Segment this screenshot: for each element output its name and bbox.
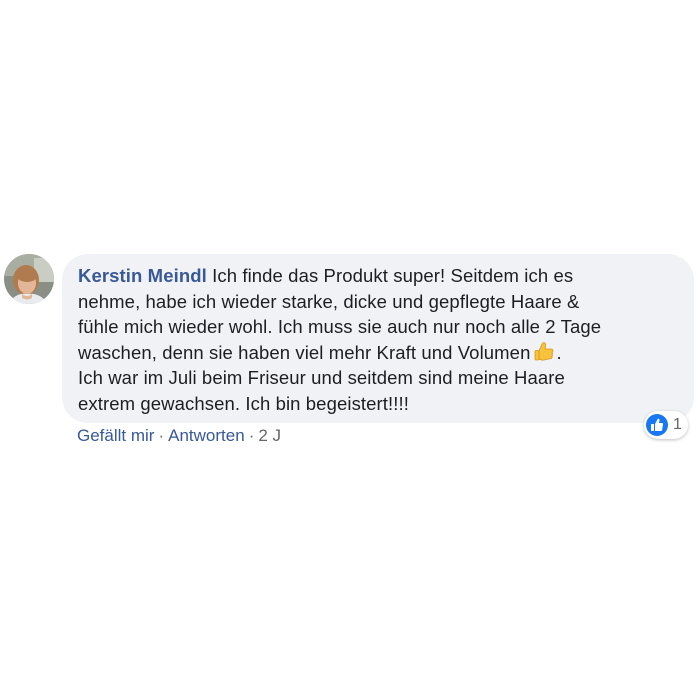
thumbs-up-emoji-icon [533, 341, 555, 363]
separator: · [248, 426, 255, 445]
like-icon [646, 414, 668, 436]
comment-text-7: extrem gewachsen. Ich bin begeistert!!!! [78, 392, 410, 414]
comment-page: Kerstin Meindl Ich finde das Produkt sup… [0, 0, 700, 700]
comment-actions: Gefällt mir · Antworten · 2 J [77, 426, 281, 446]
comment-text-6: Ich war im Juli beim Friseur und seitdem… [78, 367, 565, 388]
timestamp[interactable]: 2 J [258, 426, 281, 445]
comment-bubble: Kerstin Meindl Ich finde das Produkt sup… [62, 254, 694, 423]
author-name[interactable]: Kerstin Meindl [78, 265, 207, 286]
avatar[interactable] [4, 254, 54, 304]
comment-text-1: Ich finde das Produkt super! Seitdem ich… [212, 265, 574, 286]
comment-text-4: waschen, denn sie haben viel mehr Kraft … [78, 341, 531, 363]
reaction-count: 1 [673, 416, 682, 433]
comment-text-3: fühle mich wieder wohl. Ich muss sie auc… [78, 316, 602, 337]
comment-text-2: nehme, habe ich wieder starke, dicke und… [78, 290, 580, 312]
comment-line-1: Kerstin Meindl Ich finde das Produkt sup… [78, 263, 678, 289]
reaction-summary[interactable]: 1 [644, 411, 688, 439]
comment-line-4: waschen, denn sie haben viel mehr Kraft … [78, 340, 678, 366]
reply-button[interactable]: Antworten [168, 426, 245, 445]
avatar-image [4, 254, 54, 304]
like-button[interactable]: Gefällt mir [77, 426, 154, 445]
comment-text-5: . [556, 341, 562, 363]
separator: · [158, 426, 165, 445]
